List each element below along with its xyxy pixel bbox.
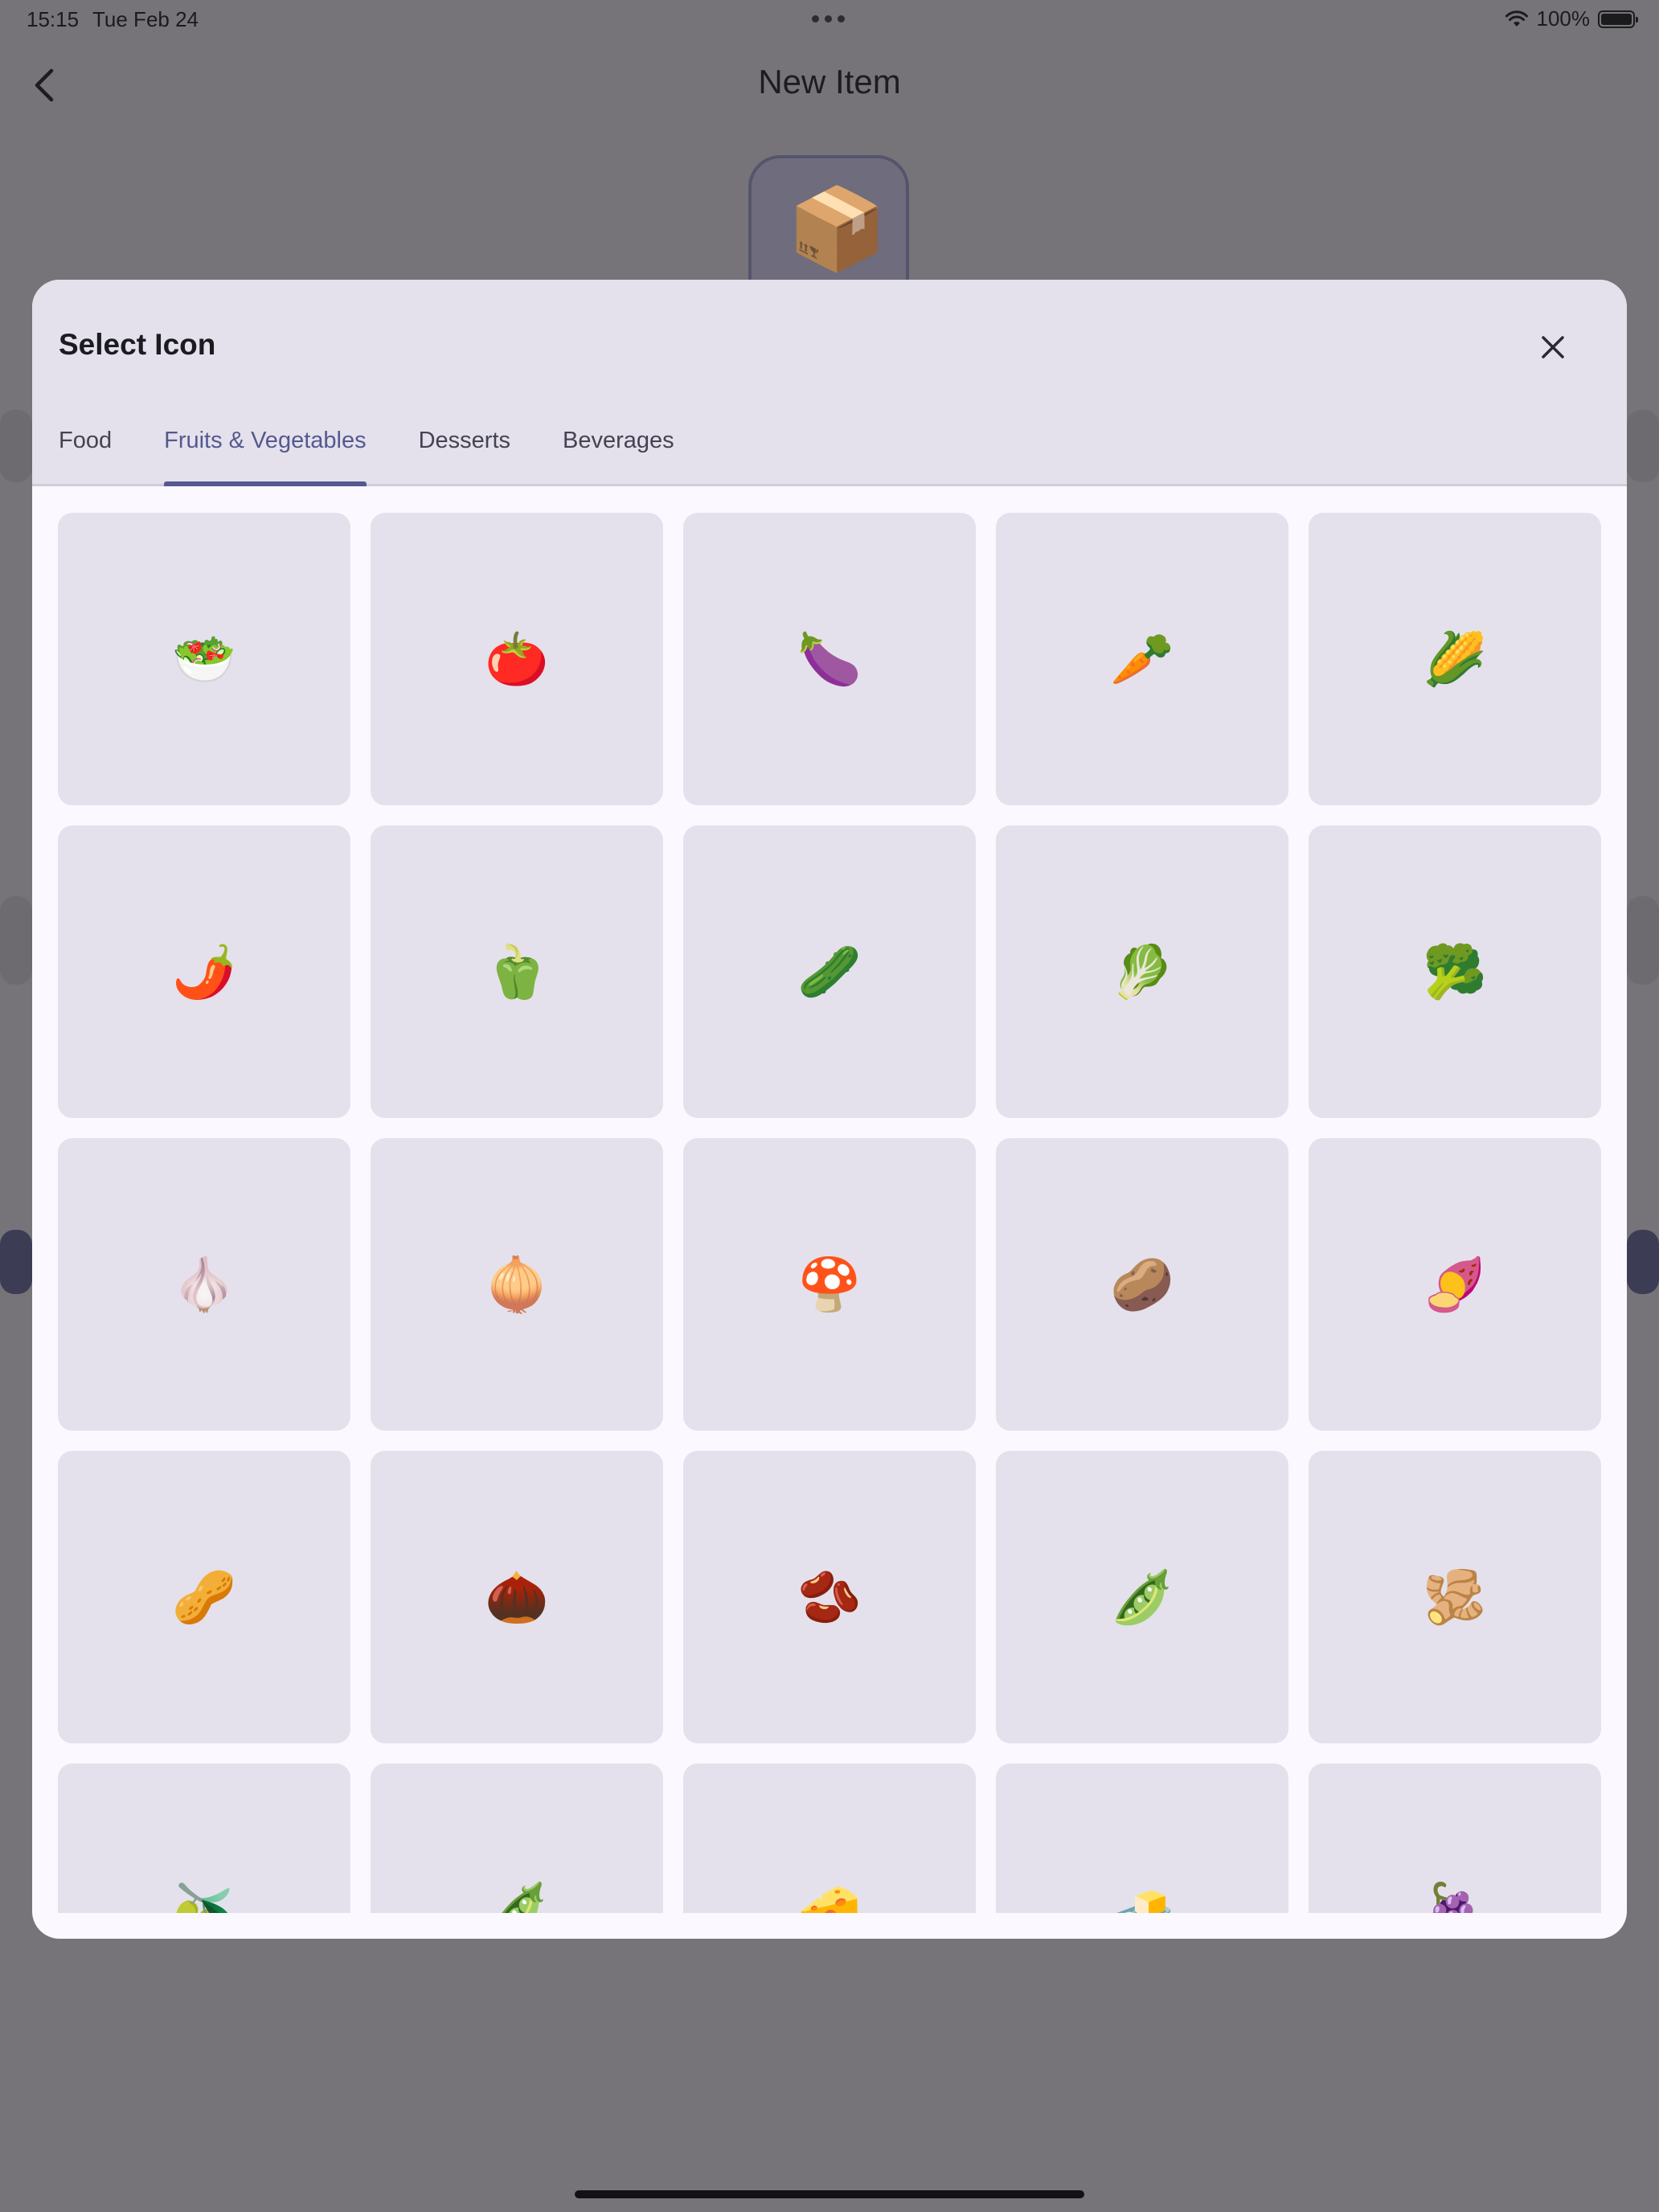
icon-tile-butter[interactable]: 🧈	[996, 1763, 1288, 1913]
icon-tile-mushroom[interactable]: 🍄	[683, 1138, 976, 1431]
tab-beverages[interactable]: Beverages	[563, 416, 674, 484]
background-field	[1627, 410, 1659, 482]
cheese-icon: 🧀	[797, 1881, 862, 1913]
mushroom-icon: 🍄	[797, 1256, 862, 1313]
battery-percent: 100%	[1536, 6, 1591, 31]
eggplant-icon: 🍆	[797, 630, 862, 688]
onion-icon: 🧅	[485, 1256, 549, 1313]
icon-tile-cheese[interactable]: 🧀	[683, 1763, 976, 1913]
background-button	[1627, 1230, 1659, 1294]
item-icon: 📦	[787, 184, 887, 274]
tab-desserts[interactable]: Desserts	[419, 416, 510, 484]
icon-tile-pea-pod[interactable]: 🫛	[996, 1451, 1288, 1743]
select-icon-dialog: Select Icon Food Fruits & Vegetables Des…	[32, 280, 1627, 1939]
tab-fruits-vegetables[interactable]: Fruits & Vegetables	[164, 416, 367, 486]
icon-tile-green-salad[interactable]: 🥗	[58, 513, 350, 805]
icon-tile-beans[interactable]: 🫘	[683, 1451, 976, 1743]
home-indicator[interactable]	[575, 2190, 1084, 2198]
hot-pepper-icon: 🌶️	[172, 943, 236, 1001]
dialog-title: Select Icon	[59, 328, 216, 361]
carrot-icon: 🥕	[1110, 630, 1174, 688]
icon-tile-grapes[interactable]: 🍇	[1309, 1763, 1601, 1913]
status-bar: 15:15 Tue Feb 24 100%	[0, 0, 1659, 40]
icon-tile-tomato[interactable]: 🍅	[371, 513, 663, 805]
tomato-icon: 🍅	[485, 630, 549, 688]
butter-icon: 🧈	[1110, 1881, 1174, 1913]
icon-tile-chestnut[interactable]: 🌰	[371, 1451, 663, 1743]
status-indicators: 100%	[1505, 6, 1638, 31]
grapes-icon: 🍇	[1423, 1881, 1487, 1913]
dialog-header: Select Icon Food Fruits & Vegetables Des…	[32, 280, 1627, 486]
close-button[interactable]	[1534, 328, 1572, 367]
icon-tile-corn[interactable]: 🌽	[1309, 513, 1601, 805]
icon-tile-carrot[interactable]: 🥕	[996, 513, 1288, 805]
tab-food[interactable]: Food	[59, 416, 112, 484]
background-field	[1627, 896, 1659, 985]
icon-grid-scroll[interactable]: 🥗 🍅 🍆 🥕 🌽 🌶️ 🫑 🥒 🥬 🥦 🧄 🧅 🍄 🥔 🍠 🥜 🌰 🫘 🫛 🫚…	[32, 486, 1627, 1913]
icon-tile-cucumber[interactable]: 🥒	[683, 825, 976, 1118]
green-salad-icon: 🥗	[172, 630, 236, 688]
icon-tile-peanuts[interactable]: 🥜	[58, 1451, 350, 1743]
icon-tile-sweet-potato[interactable]: 🍠	[1309, 1138, 1601, 1431]
icon-tile-eggplant[interactable]: 🍆	[683, 513, 976, 805]
icon-tile-onion[interactable]: 🧅	[371, 1138, 663, 1431]
icon-tile-olive[interactable]: 🫒	[58, 1763, 350, 1913]
status-date: Tue Feb 24	[92, 7, 199, 31]
pea-pod-icon: 🫛	[1110, 1568, 1174, 1626]
icon-tile-ginger[interactable]: 🫚	[1309, 1451, 1601, 1743]
chestnut-icon: 🌰	[485, 1568, 549, 1626]
icon-tile-hot-pepper[interactable]: 🌶️	[58, 825, 350, 1118]
leafy-green-icon: 🥬	[1110, 943, 1174, 1001]
icon-tile-pea-pod-2[interactable]: 🫛	[371, 1763, 663, 1913]
peanuts-icon: 🥜	[172, 1568, 236, 1626]
close-icon	[1542, 336, 1564, 358]
icon-tile-leafy-green[interactable]: 🥬	[996, 825, 1288, 1118]
sweet-potato-icon: 🍠	[1423, 1256, 1487, 1313]
category-tabs: Food Fruits & Vegetables Desserts Bevera…	[32, 416, 674, 486]
icon-grid: 🥗 🍅 🍆 🥕 🌽 🌶️ 🫑 🥒 🥬 🥦 🧄 🧅 🍄 🥔 🍠 🥜 🌰 🫘 🫛 🫚…	[58, 513, 1601, 1913]
cucumber-icon: 🥒	[797, 943, 862, 1001]
bell-pepper-icon: 🫑	[485, 943, 549, 1001]
background-field	[0, 410, 32, 482]
icon-tile-garlic[interactable]: 🧄	[58, 1138, 350, 1431]
pea-pod-icon: 🫛	[485, 1881, 549, 1913]
battery-icon	[1598, 10, 1638, 28]
background-field	[0, 896, 32, 985]
status-time: 15:15	[27, 7, 80, 31]
olive-icon: 🫒	[172, 1881, 236, 1913]
corn-icon: 🌽	[1423, 630, 1487, 688]
icon-tile-bell-pepper[interactable]: 🫑	[371, 825, 663, 1118]
icon-tile-potato[interactable]: 🥔	[996, 1138, 1288, 1431]
multitasking-dots-icon[interactable]	[812, 15, 845, 23]
wifi-icon	[1505, 10, 1528, 27]
beans-icon: 🫘	[797, 1568, 862, 1626]
ginger-icon: 🫚	[1423, 1568, 1487, 1626]
broccoli-icon: 🥦	[1423, 943, 1487, 1001]
icon-tile-broccoli[interactable]: 🥦	[1309, 825, 1601, 1118]
potato-icon: 🥔	[1110, 1256, 1174, 1313]
page-title: New Item	[758, 63, 901, 100]
garlic-icon: 🧄	[172, 1256, 236, 1313]
background-button	[0, 1230, 32, 1294]
